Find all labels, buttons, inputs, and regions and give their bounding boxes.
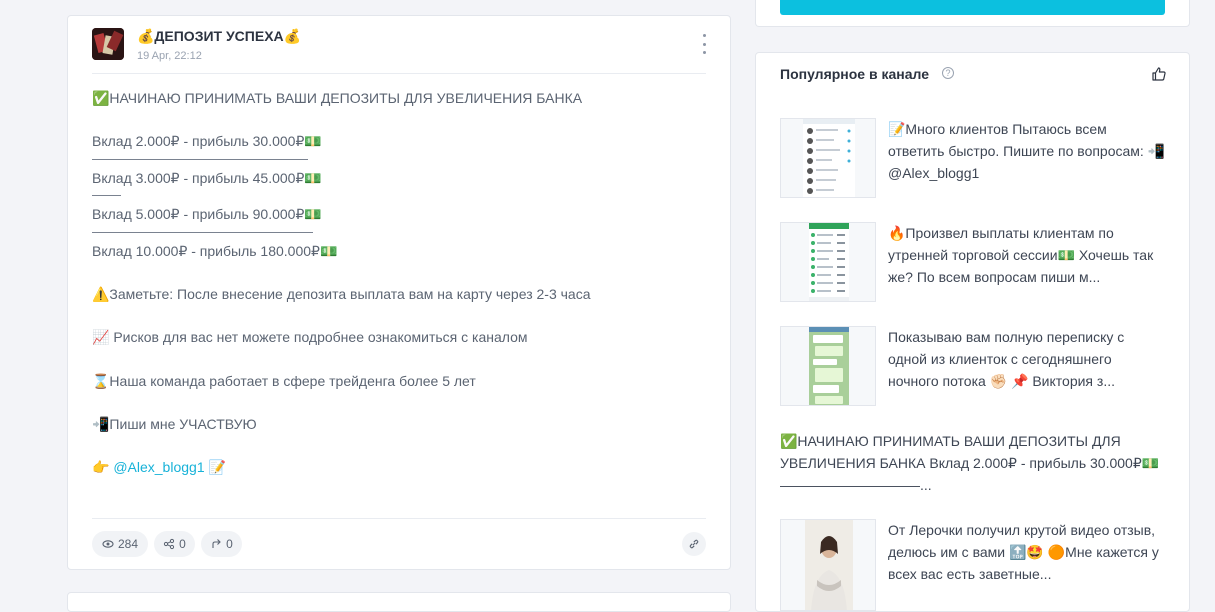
post-line: ✅НАЧИНАЮ ПРИНИМАТЬ ВАШИ ДЕПОЗИТЫ ДЛЯ УВЕ…	[92, 90, 583, 106]
share-icon	[164, 538, 175, 550]
help-icon[interactable]: ?	[942, 67, 954, 79]
contact-link[interactable]: @Alex_blogg1	[113, 459, 204, 475]
popular-title: Популярное в канале	[780, 66, 929, 82]
post-line: 📈 Рисков для вас нет можете подробнее оз…	[92, 329, 528, 346]
post-line: ⚠️Заметьте: После внесение депозита выпл…	[92, 286, 591, 303]
popular-item[interactable]: 🔥Произвел выплаты клиентам по утренней т…	[780, 222, 1166, 302]
post-header: 💰ДЕПОЗИТ УСПЕХА💰 19 Apr, 22:12	[92, 28, 706, 74]
channel-title[interactable]: 💰ДЕПОЗИТ УСПЕХА💰	[137, 28, 301, 45]
post-line: Вклад 2.000₽ - прибыль 30.000₽💵	[92, 133, 322, 150]
thumbs-up-icon[interactable]	[1151, 66, 1167, 82]
link-icon	[689, 539, 699, 549]
divider	[92, 153, 706, 168]
popular-item[interactable]: 📝Много клиентов Пытаюсь всем ответить бы…	[780, 118, 1166, 198]
popular-item[interactable]: Показываю вам полную переписку с одной и…	[780, 326, 1166, 406]
popular-item-text: 📝Много клиентов Пытаюсь всем ответить бы…	[888, 121, 1166, 181]
post-body: ✅НАЧИНАЮ ПРИНИМАТЬ ВАШИ ДЕПОЗИТЫ ДЛЯ УВЕ…	[92, 88, 706, 479]
views-count: 284	[117, 537, 139, 551]
post-footer: 284 0 0	[92, 518, 706, 570]
popular-item[interactable]: ✅НАЧИНАЮ ПРИНИМАТЬ ВАШИ ДЕПОЗИТЫ ДЛЯ УВЕ…	[780, 430, 1166, 496]
divider	[92, 226, 706, 241]
popular-item-text: 🔥Произвел выплаты клиентам по утренней т…	[888, 225, 1154, 285]
next-post-card	[67, 592, 731, 612]
eye-icon	[102, 540, 114, 548]
memo-emoji: 📝	[204, 458, 226, 475]
forward-icon	[212, 539, 221, 548]
shares-count: 0	[179, 537, 186, 551]
post-date: 19 Apr, 22:12	[137, 50, 202, 62]
post-line: Вклад 3.000₽ - прибыль 45.000₽💵	[92, 169, 322, 186]
popular-item[interactable]: От Лерочки получил крутой видео отзыв, д…	[780, 519, 1166, 611]
channel-avatar[interactable]	[92, 28, 124, 60]
post-line-contact: 👉 @Alex_blogg1 📝	[92, 457, 706, 479]
forwards-count: 0	[226, 537, 233, 551]
forwards-counter[interactable]: 0	[201, 531, 242, 557]
subscribe-button[interactable]	[780, 0, 1165, 15]
popular-item-thumbnail	[780, 519, 876, 611]
popular-widget: Популярное в канале ? 📝Много клиентов Пы…	[755, 52, 1190, 612]
copy-link-button[interactable]	[682, 532, 706, 556]
popular-item-text: ✅НАЧИНАЮ ПРИНИМАТЬ ВАШИ ДЕПОЗИТЫ ДЛЯ УВЕ…	[780, 433, 1160, 493]
popular-item-thumbnail	[780, 222, 876, 302]
post-line: 📲Пиши мне УЧАСТВУЮ	[92, 415, 257, 432]
post-line: Вклад 5.000₽ - прибыль 90.000₽💵	[92, 206, 322, 223]
post-card: 💰ДЕПОЗИТ УСПЕХА💰 19 Apr, 22:12 ✅НАЧИНАЮ …	[67, 15, 731, 570]
views-counter[interactable]: 284	[92, 531, 148, 557]
pointing-hand-emoji: 👉	[92, 458, 114, 475]
more-options-icon[interactable]	[698, 34, 710, 54]
top-widget	[755, 0, 1190, 27]
popular-item-text: От Лерочки получил крутой видео отзыв, д…	[888, 522, 1159, 582]
popular-item-text: Показываю вам полную переписку с одной и…	[888, 329, 1125, 389]
divider	[92, 189, 706, 204]
shares-counter[interactable]: 0	[154, 531, 195, 557]
post-line: Вклад 10.000₽ - прибыль 180.000₽💵	[92, 242, 338, 259]
post-line: ⌛Наша команда работает в сфере трейденга…	[92, 372, 476, 389]
popular-item-thumbnail	[780, 326, 876, 406]
popular-item-thumbnail	[780, 118, 876, 198]
